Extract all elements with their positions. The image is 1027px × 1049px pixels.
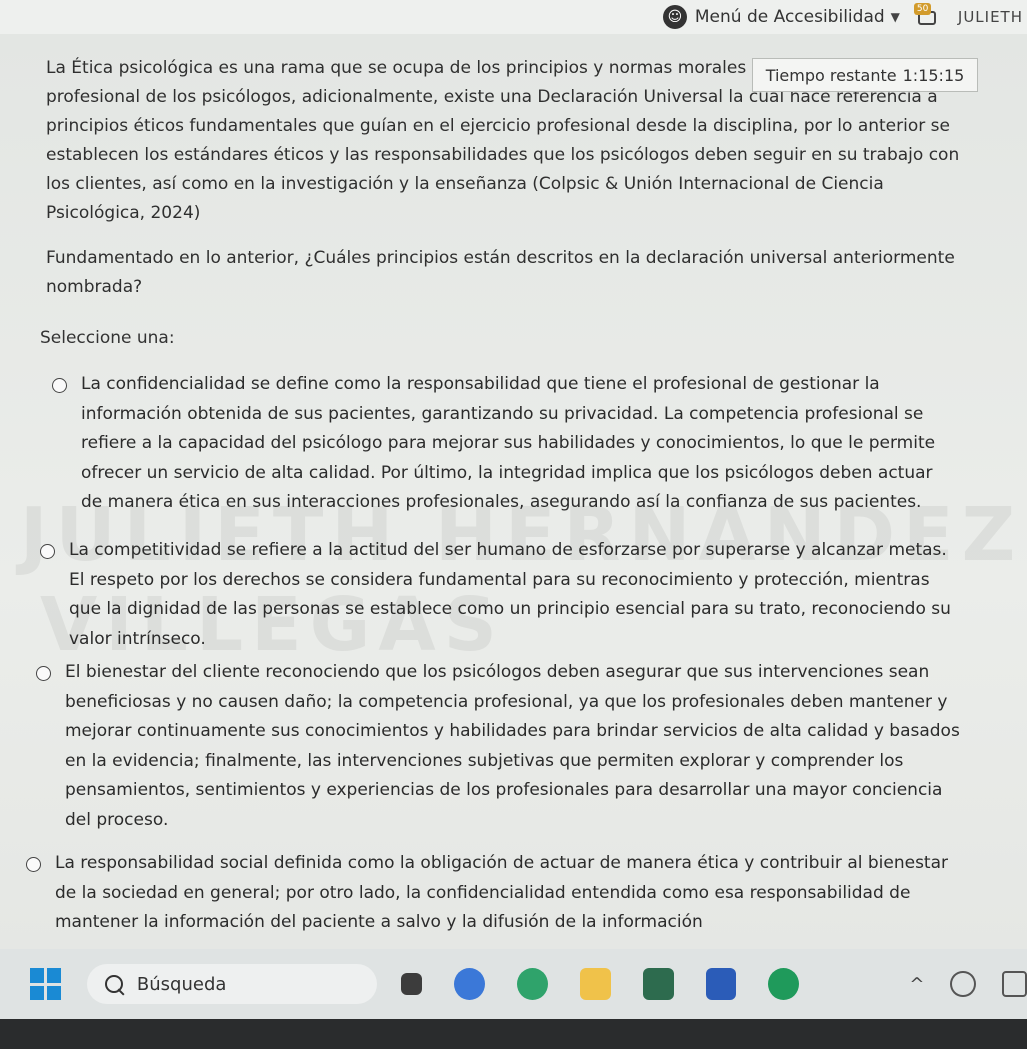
answer-option-c[interactable]: El bienestar del cliente reconociendo qu… [36,658,966,835]
time-remaining-label: Tiempo restante [765,65,897,85]
answer-option-a[interactable]: La confidencialidad se define como la re… [52,370,957,518]
notification-badge: 50 [913,3,932,15]
answer-option-text: La confidencialidad se define como la re… [81,374,936,512]
radio-button[interactable] [36,666,51,681]
taskbar-search[interactable]: Búsqueda [86,964,377,1004]
answer-option-b[interactable]: La competitividad se refiere a la actitu… [40,536,965,654]
radio-button[interactable] [40,544,55,559]
accessibility-icon: ☺ [662,5,687,29]
time-remaining: Tiempo restante 1:15:15 [752,58,978,92]
taskbar: Búsqueda ^ [0,949,1027,1019]
question-text: La Ética psicológica es una rama que se … [46,54,966,318]
file-explorer-icon[interactable] [579,968,611,1000]
chrome-profile-icon[interactable] [768,968,800,1000]
task-view-icon[interactable] [400,973,422,995]
edge-icon[interactable] [516,968,548,1000]
radio-button[interactable] [26,857,41,872]
answer-option-d[interactable]: La responsabilidad social definida como … [26,849,956,945]
messages-button[interactable]: 50 [913,3,940,27]
radio-button[interactable] [52,378,67,393]
time-remaining-value: 1:15:15 [902,65,965,85]
word-icon[interactable] [705,968,737,1000]
windows-start-icon[interactable] [30,968,61,1000]
tray-app-icon[interactable] [1001,971,1027,997]
question-paragraph-prompt: Fundamentado en lo anterior, ¿Cuáles pri… [46,248,955,297]
store-icon[interactable] [642,968,674,1000]
answer-option-text: La responsabilidad social definida como … [55,853,949,932]
accessibility-menu-button[interactable]: ☺ Menú de Accesibilidad ▼ [662,5,900,29]
accessibility-bar: ☺ Menú de Accesibilidad ▼ 50 JULIETH [0,0,1027,34]
chevron-down-icon: ▼ [890,10,900,24]
chrome-icon[interactable] [453,968,485,1000]
user-menu[interactable]: JULIETH [958,8,1023,26]
accessibility-menu-label: Menú de Accesibilidad [694,7,885,27]
search-icon [104,975,123,993]
select-one-label: Seleccione una: [40,328,175,348]
answer-option-text: El bienestar del cliente reconociendo qu… [65,662,960,830]
search-label: Búsqueda [136,973,227,995]
quiz-content: JULIETH HERNANDEZ VILLEGAS La Ética psic… [0,34,1027,949]
screen-bezel [0,1019,1027,1049]
answer-option-text: La competitividad se refiere a la actitu… [69,540,951,649]
chevron-up-icon[interactable]: ^ [909,974,924,995]
sync-icon[interactable] [950,971,976,997]
